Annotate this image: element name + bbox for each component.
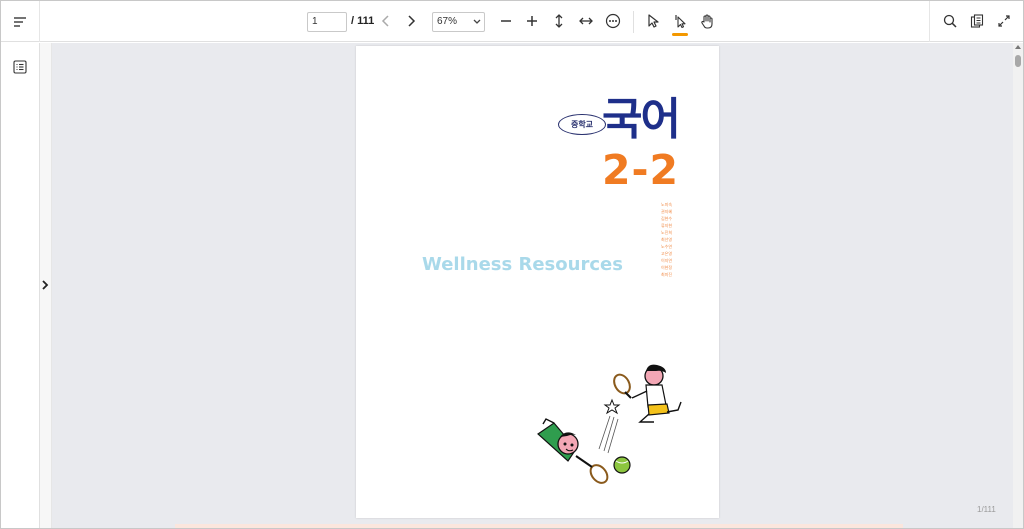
more-options-button[interactable] bbox=[601, 9, 625, 33]
author-name: 이지연 bbox=[661, 258, 673, 263]
zoom-out-button[interactable] bbox=[494, 9, 518, 33]
scroll-thumb[interactable] bbox=[1015, 55, 1021, 67]
author-name: 김현수 bbox=[661, 216, 673, 221]
chevron-down-icon bbox=[470, 13, 484, 31]
next-page-button[interactable] bbox=[399, 9, 423, 33]
author-name: 노수연 bbox=[661, 244, 673, 249]
previous-page-button[interactable] bbox=[374, 9, 398, 33]
fullscreen-icon bbox=[998, 15, 1010, 27]
sidebar bbox=[1, 43, 40, 528]
fit-height-button[interactable] bbox=[547, 9, 571, 33]
toolbar-divider bbox=[633, 11, 634, 33]
author-name: 노진희 bbox=[661, 230, 673, 235]
fit-width-button[interactable] bbox=[574, 9, 598, 33]
zoom-value: 67% bbox=[437, 16, 458, 27]
author-list: 노미숙 권지혜 김현수 류지현 노진희 최선영 노수연 고은영 이지연 이현정 … bbox=[661, 201, 681, 278]
more-icon bbox=[605, 13, 621, 29]
hand-pan-icon bbox=[701, 13, 713, 29]
next-page-edge bbox=[175, 524, 903, 528]
document-page: 중학교 국어 2-2 노미숙 권지혜 김현수 류지현 노진희 최선영 노수연 고… bbox=[356, 46, 719, 518]
pan-tool-button[interactable] bbox=[695, 9, 719, 33]
outline-list-icon bbox=[13, 60, 27, 74]
page-number-input[interactable]: 1 bbox=[307, 12, 347, 32]
search-button[interactable] bbox=[938, 9, 962, 33]
author-name: 노미숙 bbox=[661, 202, 673, 207]
menu-lines-icon bbox=[14, 16, 26, 27]
zoom-in-icon bbox=[527, 16, 537, 26]
book-subject-title: 국어 bbox=[602, 94, 681, 145]
search-icon bbox=[943, 14, 957, 28]
page-counter: 1/111 bbox=[977, 505, 996, 514]
fullscreen-button[interactable] bbox=[992, 9, 1016, 33]
zoom-select[interactable]: 67% bbox=[432, 12, 485, 32]
watermark-text: Wellness Resources bbox=[422, 254, 623, 275]
author-name: 최선영 bbox=[661, 237, 673, 242]
book-grade-number: 2-2 bbox=[602, 146, 680, 194]
document-viewport[interactable]: 중학교 국어 2-2 노미숙 권지혜 김현수 류지현 노진희 최선영 노수연 고… bbox=[52, 43, 1013, 528]
author-name: 최미진 bbox=[661, 272, 673, 277]
school-level-badge: 중학교 bbox=[558, 114, 606, 135]
chevron-right-icon bbox=[408, 15, 416, 27]
document-properties-button[interactable] bbox=[965, 9, 989, 33]
menu-button[interactable] bbox=[1, 1, 40, 42]
fit-height-icon bbox=[555, 14, 563, 28]
author-name: 류지현 bbox=[661, 223, 673, 228]
select-pointer-icon bbox=[648, 14, 659, 28]
zoom-in-button[interactable] bbox=[520, 9, 544, 33]
sidebar-expand-icon bbox=[42, 280, 49, 290]
select-tool-button[interactable] bbox=[641, 9, 665, 33]
text-select-icon bbox=[675, 15, 686, 28]
text-select-tool-button[interactable] bbox=[668, 9, 692, 33]
tennis-players-illustration bbox=[537, 364, 682, 484]
vertical-scrollbar[interactable] bbox=[1013, 43, 1023, 528]
author-name: 이현정 bbox=[661, 265, 673, 270]
pdf-viewer: 1 / 111 67% 중학교 국어 2-2 노미숙 권지혜 김현수 류지현 노… bbox=[0, 0, 1024, 529]
zoom-out-icon bbox=[501, 20, 511, 22]
toolbar: 1 / 111 67% bbox=[1, 1, 1023, 42]
page-total-label: / 111 bbox=[351, 15, 375, 27]
scroll-up-arrow-icon[interactable] bbox=[1015, 45, 1021, 49]
fit-width-icon bbox=[579, 17, 593, 25]
active-tool-indicator bbox=[672, 33, 688, 36]
author-name: 권지혜 bbox=[661, 209, 673, 214]
outline-button[interactable] bbox=[8, 55, 32, 79]
author-name: 고은영 bbox=[661, 251, 673, 256]
document-info-icon bbox=[970, 14, 984, 28]
chevron-left-icon bbox=[381, 15, 389, 27]
sidebar-expand-button[interactable] bbox=[40, 43, 52, 528]
